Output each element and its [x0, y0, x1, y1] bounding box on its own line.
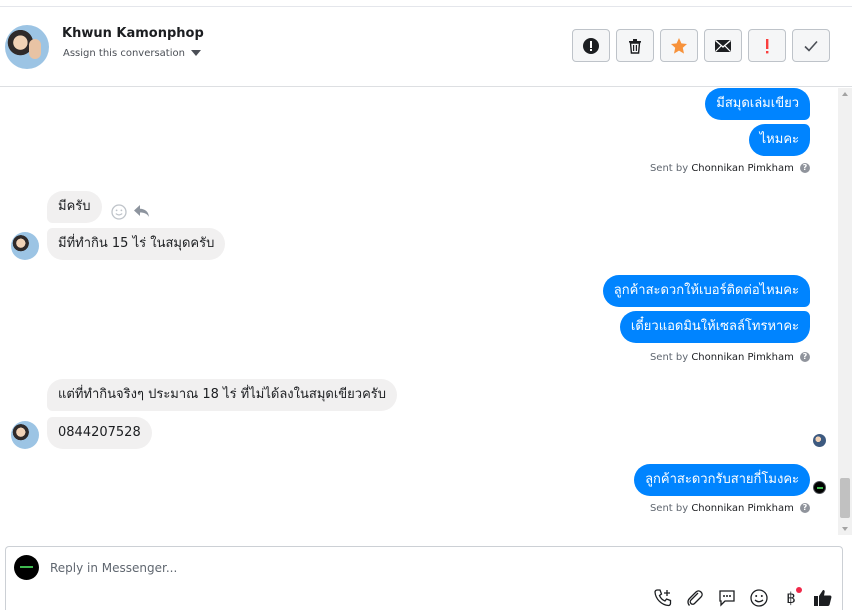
message-incoming[interactable]: มีครับ — [47, 191, 102, 223]
saved-replies-button[interactable] — [716, 587, 738, 609]
message-incoming[interactable]: มีที่ทำกิน 15 ไร่ ในสมุดครับ — [47, 228, 226, 260]
call-button[interactable] — [652, 587, 674, 609]
assign-label: Assign this conversation — [63, 48, 185, 59]
caret-down-icon — [190, 50, 201, 56]
message-incoming[interactable]: แต่ที่ทำกินจริงๆ ประมาณ 18 ไร่ ที่ไม่ได้… — [47, 379, 398, 411]
alert-circle-icon — [583, 37, 599, 54]
reply-composer: ฿ — [5, 546, 843, 610]
delete-button[interactable] — [616, 29, 654, 62]
reply-input[interactable] — [50, 557, 650, 579]
message-outgoing[interactable]: ลูกค้าสะดวกให้เบอร์ติดต่อไหมคะ — [602, 275, 810, 307]
sent-by-label: Sent by Chonnikan Pimkham ? — [650, 352, 810, 363]
emoji-button[interactable] — [748, 587, 770, 609]
contact-avatar-small — [11, 232, 39, 260]
trash-icon — [629, 38, 641, 54]
mark-done-button[interactable] — [792, 29, 830, 62]
contact-avatar[interactable] — [5, 25, 49, 69]
attach-button[interactable] — [684, 587, 706, 609]
assign-conversation-dropdown[interactable]: Assign this conversation — [63, 48, 201, 59]
composer-tools: ฿ — [652, 587, 834, 609]
sent-by-label: Sent by Chonnikan Pimkham ? — [650, 163, 810, 174]
sender-name: Chonnikan Pimkham — [691, 163, 794, 174]
scroll-down-arrow-icon[interactable] — [842, 527, 848, 531]
message-outgoing[interactable]: มีสมุดเล่มเขียว — [705, 88, 810, 120]
help-icon[interactable]: ? — [800, 163, 810, 173]
message-outgoing[interactable]: ไหมคะ — [748, 124, 810, 156]
sender-name: Chonnikan Pimkham — [691, 352, 794, 363]
mark-unread-button[interactable] — [704, 29, 742, 62]
reply-arrow-icon[interactable] — [133, 203, 150, 219]
sent-by-label: Sent by Chonnikan Pimkham ? — [650, 503, 810, 514]
smiley-icon — [750, 589, 768, 607]
notification-dot — [796, 587, 802, 593]
seen-by-contact-avatar — [813, 434, 826, 447]
sent-by-text: Sent by — [649, 352, 689, 363]
message-incoming[interactable]: 0844207528 — [47, 417, 152, 449]
message-outgoing[interactable]: ลูกค้าสะดวกรับสายกี่โมงคะ — [634, 464, 810, 496]
page-seen-indicator — [813, 481, 826, 494]
contact-avatar-small — [11, 421, 39, 449]
paperclip-icon — [687, 590, 703, 606]
phone-plus-icon — [654, 589, 672, 607]
message-outgoing[interactable]: เดี๋ยวแอดมินให้เซลล์โทรหาคะ — [619, 311, 810, 343]
thread-scrollbar[interactable] — [838, 88, 852, 535]
sent-by-text: Sent by — [649, 503, 689, 514]
envelope-icon — [715, 39, 731, 52]
react-emoji-icon[interactable] — [111, 204, 127, 220]
checkmark-icon — [804, 40, 818, 52]
star-button[interactable] — [660, 29, 698, 62]
conversation-toolbar — [572, 29, 830, 63]
sender-name: Chonnikan Pimkham — [691, 503, 794, 514]
scroll-thumb[interactable] — [840, 478, 850, 518]
scroll-up-arrow-icon[interactable] — [842, 92, 848, 96]
star-icon — [671, 37, 687, 54]
mark-spam-button[interactable] — [572, 29, 610, 62]
help-icon[interactable]: ? — [800, 352, 810, 362]
message-thread[interactable]: มีสมุดเล่มเขียว ไหมคะ Sent by Chonnikan … — [0, 88, 838, 535]
conversation-header: Khwun Kamonphop Assign this conversation — [0, 7, 852, 87]
exclamation-icon — [766, 38, 769, 53]
mark-important-button[interactable] — [748, 29, 786, 62]
help-icon[interactable]: ? — [800, 503, 810, 513]
sent-by-text: Sent by — [649, 163, 689, 174]
like-button[interactable] — [812, 587, 834, 609]
top-strip — [0, 0, 852, 7]
thumbs-up-icon — [814, 590, 832, 606]
payment-button[interactable]: ฿ — [780, 587, 802, 609]
speech-bubble-icon — [719, 590, 735, 607]
contact-name[interactable]: Khwun Kamonphop — [62, 26, 204, 41]
baht-icon: ฿ — [786, 589, 796, 607]
page-avatar — [14, 555, 39, 580]
